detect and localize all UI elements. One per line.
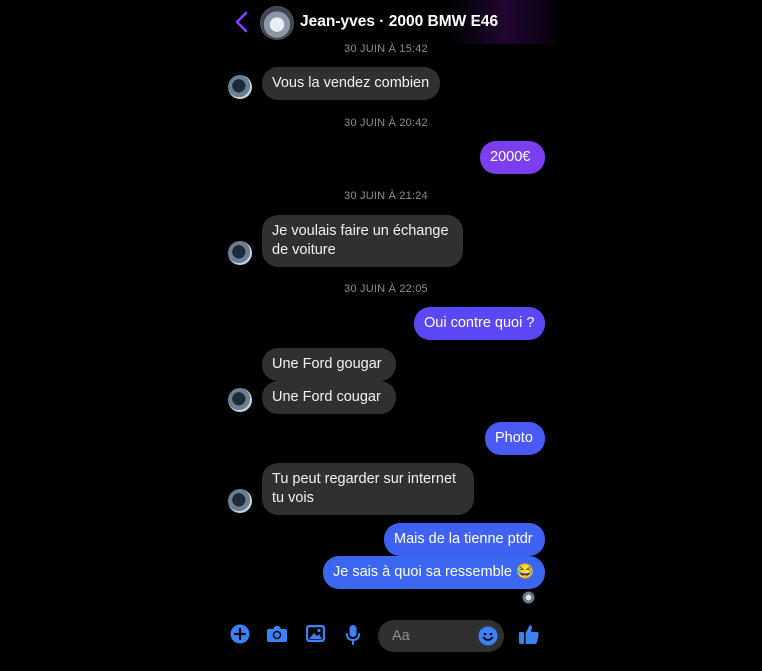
emoji-icon[interactable]: [478, 626, 498, 646]
chevron-left-icon[interactable]: [232, 10, 252, 34]
sender-avatar[interactable]: [228, 75, 252, 99]
timestamp: 30 JUIN À 15:42: [344, 43, 428, 55]
message-input[interactable]: [392, 620, 472, 652]
sender-avatar[interactable]: [228, 241, 252, 265]
message-bubble-sent[interactable]: 2000€: [480, 141, 545, 174]
message-bubble-received[interactable]: Tu peut regarder sur internet tu vois: [262, 463, 474, 515]
seen-avatar: [522, 591, 535, 604]
thumbs-up-icon[interactable]: [518, 623, 540, 645]
message-bubble-sent[interactable]: Oui contre quoi ?: [414, 307, 545, 340]
timestamp: 30 JUIN À 21:24: [344, 190, 428, 202]
message-bubble-received[interactable]: Je voulais faire un échange de voiture: [262, 215, 463, 267]
conversation-title[interactable]: Jean-yves · 2000 BMW E46: [300, 13, 498, 31]
timestamp: 30 JUIN À 22:05: [344, 283, 428, 295]
message-bubble-received[interactable]: Une Ford gougar: [262, 348, 396, 381]
message-bubble-sent[interactable]: Mais de la tienne ptdr: [384, 523, 545, 556]
message-input-box[interactable]: [378, 620, 504, 652]
sender-avatar[interactable]: [228, 489, 252, 513]
message-bubble-received[interactable]: Vous la vendez combien: [262, 67, 440, 100]
contact-avatar[interactable]: [260, 6, 294, 40]
chat-header: Jean-yves · 2000 BMW E46: [218, 0, 554, 44]
camera-icon[interactable]: [266, 624, 288, 644]
timestamp: 30 JUIN À 20:42: [344, 117, 428, 129]
plus-circle-icon[interactable]: [230, 624, 250, 644]
image-icon[interactable]: [305, 624, 326, 643]
microphone-icon[interactable]: [345, 624, 361, 646]
message-bubble-sent[interactable]: Photo: [485, 422, 545, 455]
chat-screen: Jean-yves · 2000 BMW E46 30 JUIN À 15:42…: [218, 0, 554, 671]
sender-avatar[interactable]: [228, 388, 252, 412]
message-bubble-sent[interactable]: Je sais à quoi sa ressemble 😂: [323, 556, 545, 589]
message-bubble-received[interactable]: Une Ford cougar: [262, 381, 396, 414]
message-composer: [218, 618, 554, 654]
